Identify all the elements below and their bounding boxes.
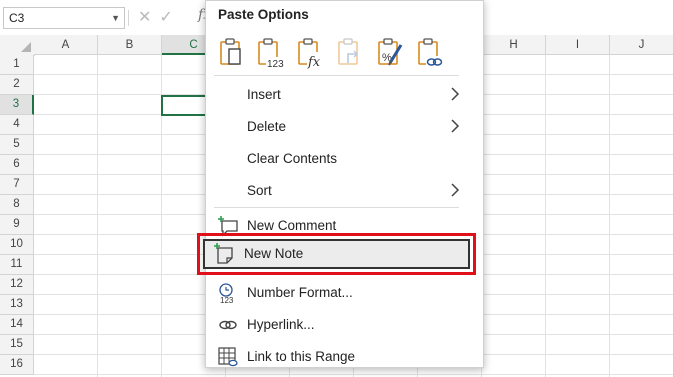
paste-formatting-icon[interactable]: % [374,37,404,69]
chevron-right-icon [451,183,460,197]
menu-item-hyperlink[interactable]: Hyperlink... [212,311,465,339]
menu-item-label: Insert [247,87,281,102]
gridline [97,55,98,377]
chevron-right-icon [451,119,460,133]
menu-item-insert[interactable]: Insert [212,81,465,109]
row-header-3[interactable]: 3 [0,95,34,115]
menu-item-sort[interactable]: Sort [212,177,465,205]
menu-item-label: Sort [247,183,272,198]
row-header-1[interactable]: 1 [0,55,34,75]
row-header-15[interactable]: 15 [0,335,34,355]
menu-item-number-format[interactable]: 123 Number Format... [212,279,465,307]
link-range-icon [218,347,238,367]
row-header-13[interactable]: 13 [0,295,34,315]
number-format-icon: 123 [219,283,234,304]
column-header-j[interactable]: J [610,35,674,55]
row-header-16[interactable]: 16 [0,355,34,375]
menu-item-new-note[interactable]: New Note [203,239,470,269]
menu-item-label: Link to this Range [247,349,356,364]
column-header-a[interactable]: A [34,35,98,55]
row-header-7[interactable]: 7 [0,175,34,195]
menu-item-label: New Comment [247,218,337,233]
select-all-button[interactable] [0,35,35,56]
menu-item-label: Number Format... [247,285,353,300]
divider [128,10,129,26]
row-header-2[interactable]: 2 [0,75,34,95]
paste-transpose-icon[interactable] [334,37,364,69]
svg-text:123: 123 [267,59,284,69]
paste-icon[interactable] [216,37,246,69]
enter-icon[interactable]: ✓ [159,9,180,26]
row-header-10[interactable]: 10 [0,235,34,255]
paste-options-title: Paste Options [218,7,309,22]
menu-item-delete[interactable]: Delete [212,113,465,141]
chevron-down-icon[interactable]: ▼ [111,8,120,28]
column-header-i[interactable]: I [546,35,610,55]
menu-separator [214,207,459,208]
name-box-value: C3 [9,11,25,25]
menu-item-link-to-range[interactable]: Link to this Range [212,343,465,371]
column-header-h[interactable]: H [482,35,546,55]
gridline [545,55,546,377]
row-header-14[interactable]: 14 [0,315,34,335]
chevron-right-icon [451,87,460,101]
menu-item-clear-contents[interactable]: Clear Contents [212,145,465,173]
row-header-6[interactable]: 6 [0,155,34,175]
paste-formulas-icon[interactable]: fx [294,37,324,69]
name-box[interactable]: C3 ▼ [3,7,125,29]
menu-item-label: Delete [247,119,287,134]
new-note-icon [214,243,233,264]
menu-separator [214,75,459,76]
menu-item-label: Hyperlink... [247,317,315,332]
highlight-box: New Note [197,233,476,275]
gridline [609,55,610,377]
menu-item-label: New Note [244,246,304,261]
row-header-12[interactable]: 12 [0,275,34,295]
svg-text:123: 123 [220,296,234,304]
row-header-8[interactable]: 8 [0,195,34,215]
hyperlink-icon [219,320,237,330]
svg-text:fx: fx [307,55,321,69]
column-header-b[interactable]: B [98,35,162,55]
paste-values-icon[interactable]: 123 [254,37,284,69]
gridline [34,374,674,375]
menu-item-label: Clear Contents [247,151,338,166]
context-menu: Paste Options 123 fx % Insert Delete Cle… [205,0,484,368]
row-header-5[interactable]: 5 [0,135,34,155]
cancel-icon[interactable]: ✕ [138,9,159,26]
row-header-9[interactable]: 9 [0,215,34,235]
row-header-4[interactable]: 4 [0,115,34,135]
row-header-11[interactable]: 11 [0,255,34,275]
formula-actions: ✕✓ [138,7,181,27]
paste-link-icon[interactable] [414,37,444,69]
